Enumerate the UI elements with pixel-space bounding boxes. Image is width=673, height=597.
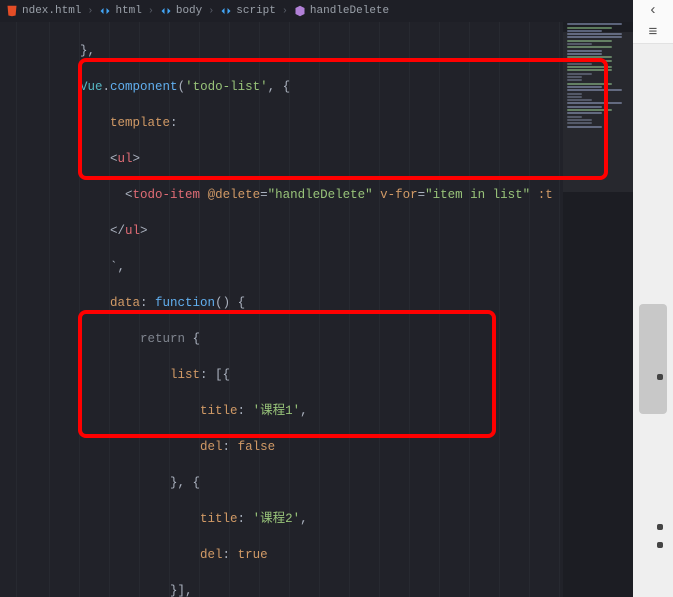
chevron-right-icon: › — [208, 6, 214, 17]
crumb-script[interactable]: script — [220, 5, 276, 17]
tag-icon — [160, 5, 172, 17]
tag-icon — [220, 5, 232, 17]
file-html-icon — [6, 5, 18, 17]
crumb-body-label: body — [176, 5, 202, 17]
tag-icon — [99, 5, 111, 17]
chevron-right-icon: › — [87, 6, 93, 17]
chevron-right-icon: › — [282, 6, 288, 17]
side-marker — [657, 542, 663, 548]
cube-icon — [294, 5, 306, 17]
crumb-function[interactable]: handleDelete — [294, 5, 389, 17]
side-marker — [657, 524, 663, 530]
crumb-script-label: script — [236, 5, 276, 17]
crumb-html[interactable]: html — [99, 5, 141, 17]
scrollbar-thumb[interactable] — [639, 304, 667, 414]
crumb-fn-label: handleDelete — [310, 5, 389, 17]
crumb-body[interactable]: body — [160, 5, 202, 17]
vertical-scrollbar[interactable] — [633, 44, 673, 597]
code-content: }, Vue.component('todo-list', { template… — [0, 22, 633, 597]
minimap[interactable] — [563, 22, 633, 597]
crumb-file-label: ndex.html — [22, 5, 81, 17]
code-editor[interactable]: }, Vue.component('todo-list', { template… — [0, 22, 633, 597]
minimap-viewport[interactable] — [563, 32, 633, 192]
nav-back-icon[interactable]: ‹ — [648, 3, 657, 18]
breadcrumb-bar: ndex.html › html › body › script › handl… — [0, 0, 673, 22]
crumb-html-label: html — [115, 5, 141, 17]
right-panel: ‹ ≡ — [633, 0, 673, 597]
menu-icon[interactable]: ≡ — [648, 25, 657, 40]
crumb-file[interactable]: ndex.html — [6, 5, 81, 17]
side-marker — [657, 374, 663, 380]
chevron-right-icon: › — [148, 6, 154, 17]
